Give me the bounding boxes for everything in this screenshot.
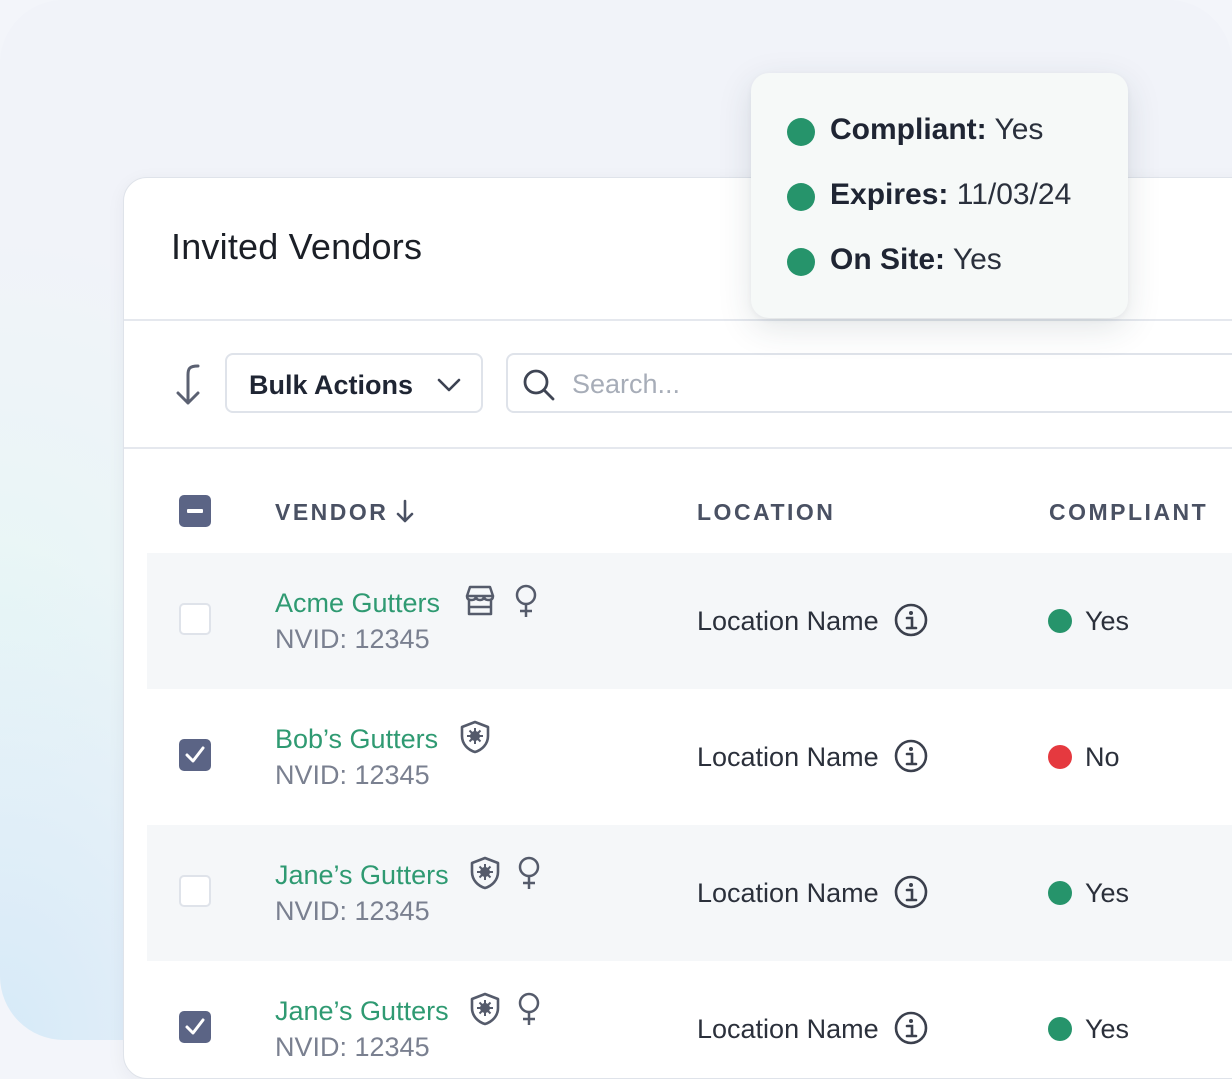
search-icon [523, 369, 555, 401]
table-row[interactable]: Jane’s Gutters NVID: 12345 Location Name… [147, 961, 1232, 1078]
info-icon[interactable] [893, 874, 929, 910]
female-owned-icon [515, 584, 537, 617]
info-icon[interactable] [893, 738, 929, 774]
search-input[interactable] [570, 365, 1174, 403]
info-icon[interactable] [893, 1010, 929, 1046]
row-checkbox-checked[interactable] [179, 1011, 211, 1043]
vendor-name-link[interactable]: Jane’s Gutters [275, 860, 449, 891]
table-row[interactable]: Jane’s Gutters NVID: 12345 Location Name… [147, 825, 1232, 961]
bulk-actions-label: Bulk Actions [249, 370, 414, 400]
vendor-name-link[interactable]: Jane’s Gutters [275, 996, 449, 1027]
shield-badge-icon [470, 992, 500, 1026]
vendor-nvid: NVID: 12345 [275, 896, 430, 926]
compliant-status: Yes [1085, 1014, 1130, 1044]
checkmark-icon [185, 1018, 205, 1035]
page-title: Invited Vendors [171, 226, 423, 267]
tooltip-label: Compliant: [830, 113, 987, 146]
select-all-checkbox[interactable] [179, 495, 211, 527]
vendor-name-link[interactable]: Acme Gutters [275, 588, 440, 619]
location-name: Location Name [697, 742, 879, 772]
chevron-down-icon [437, 378, 461, 392]
row-checkbox[interactable] [179, 603, 211, 635]
status-dot-yes [787, 248, 815, 276]
sort-descending-icon[interactable] [395, 497, 415, 525]
compliant-status: Yes [1085, 606, 1130, 636]
vendor-nvid: NVID: 12345 [275, 760, 430, 790]
sort-direction-icon[interactable] [170, 363, 204, 407]
location-name: Location Name [697, 1014, 879, 1044]
checkmark-icon [185, 746, 205, 763]
table-header: VENDOR LOCATION COMPLIANT [124, 483, 1232, 553]
vendor-nvid: NVID: 12345 [275, 624, 430, 654]
status-dot-yes [787, 183, 815, 211]
column-header-location: LOCATION [697, 499, 836, 525]
status-dot-yes [787, 118, 815, 146]
bulk-actions-dropdown[interactable]: Bulk Actions [225, 353, 483, 413]
female-owned-icon [518, 992, 540, 1025]
row-checkbox-checked[interactable] [179, 739, 211, 771]
table-row[interactable]: Bob’s Gutters NVID: 12345 Location Name … [147, 689, 1232, 825]
column-header-compliant: COMPLIANT [1049, 499, 1209, 525]
row-checkbox[interactable] [179, 875, 211, 907]
compliant-status: Yes [1085, 878, 1130, 908]
search-box[interactable] [506, 353, 1232, 413]
tooltip-value: Yes [994, 113, 1044, 146]
storefront-icon [465, 585, 495, 616]
column-header-vendor[interactable]: VENDOR [275, 499, 388, 526]
vendor-name-link[interactable]: Bob’s Gutters [275, 724, 438, 755]
tooltip-value: 11/03/24 [956, 178, 1072, 211]
table-row[interactable]: Acme Gutters NVID: 12345 Location Name Y… [147, 553, 1232, 689]
status-dot-yes [1048, 609, 1072, 633]
info-icon[interactable] [893, 602, 929, 638]
female-owned-icon [518, 856, 540, 889]
tooltip-label: On Site: [830, 243, 946, 276]
shield-badge-icon [470, 856, 500, 890]
compliance-tooltip: Compliant: Yes Expires: 11/03/24 On Site… [751, 73, 1128, 318]
shield-badge-icon [460, 720, 490, 754]
location-name: Location Name [697, 606, 879, 636]
toolbar: Bulk Actions [124, 321, 1232, 449]
tooltip-value: Yes [952, 243, 1002, 276]
tooltip-label: Expires: [830, 178, 949, 211]
location-name: Location Name [697, 878, 879, 908]
status-dot-yes [1048, 881, 1072, 905]
status-dot-no [1048, 745, 1072, 769]
vendor-nvid: NVID: 12345 [275, 1032, 430, 1062]
status-dot-yes [1048, 1017, 1072, 1041]
compliant-status: No [1085, 742, 1120, 772]
